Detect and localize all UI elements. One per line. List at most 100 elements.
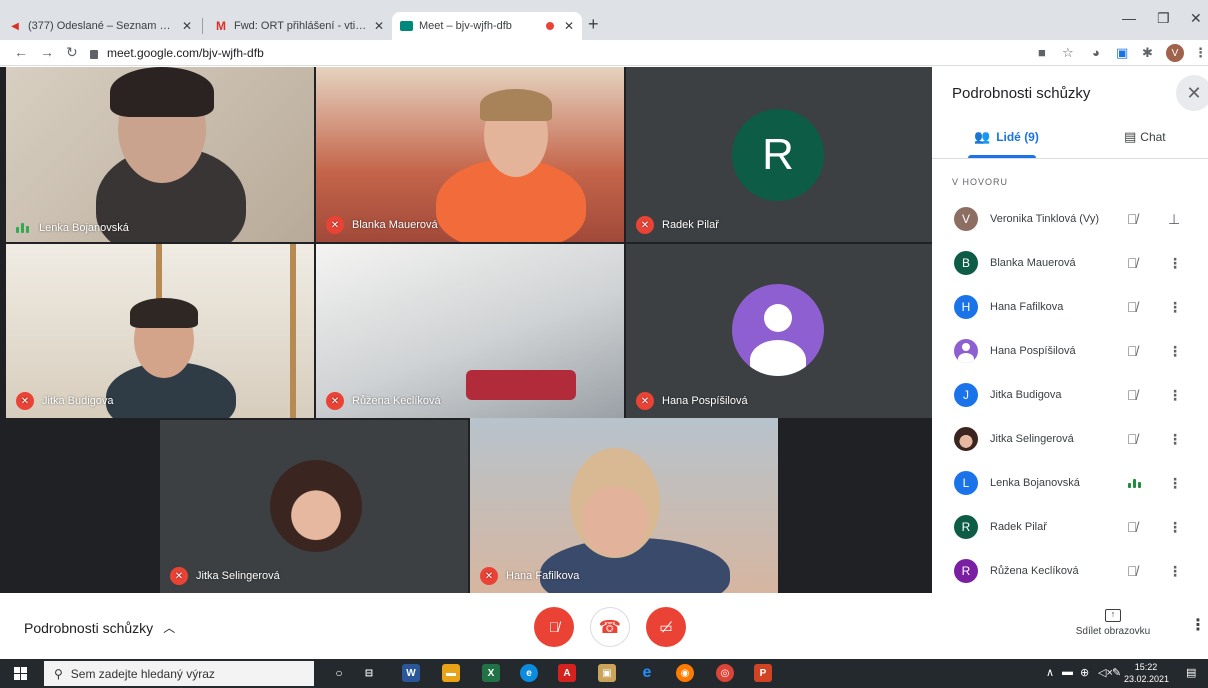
more-options-icon[interactable]: ⋮	[1168, 255, 1182, 272]
participant-name: Blanka Mauerová	[352, 219, 438, 231]
notifications-icon[interactable]: ▤	[1186, 666, 1196, 679]
participant-avatar: V	[954, 207, 978, 231]
mic-off-icon: ✕	[480, 567, 498, 585]
volume-icon[interactable]: ◁×	[1098, 666, 1113, 679]
minimize-icon[interactable]: —	[1122, 10, 1136, 26]
battery-icon[interactable]: ▬	[1062, 666, 1073, 678]
tile-name-label: ✕ Hana Pospíšilová	[636, 392, 748, 410]
video-tile[interactable]: ✕ Jitka Selingerová	[160, 420, 468, 593]
recording-indicator-icon	[545, 22, 554, 30]
mic-off-icon: 🎙̸	[1127, 519, 1138, 535]
task-view-icon[interactable]: ⊟	[360, 664, 378, 682]
windows-start-icon[interactable]	[14, 667, 27, 680]
more-options-icon[interactable]: ⋮	[1168, 563, 1182, 580]
participant-row[interactable]: Jitka Selingerová 🎙̸ ⋮	[932, 417, 1208, 461]
taskbar-search[interactable]: ⚲ Sem zadejte hledaný výraz	[44, 661, 314, 686]
store-icon[interactable]: ▣	[598, 664, 616, 682]
maximize-icon[interactable]: ❐	[1157, 10, 1170, 27]
close-tab-icon[interactable]: ✕	[564, 19, 574, 33]
forward-icon[interactable]: →	[40, 44, 54, 60]
pen-icon[interactable]: ✎	[1112, 666, 1121, 679]
cortana-icon[interactable]: ○	[330, 664, 348, 682]
tab-people[interactable]: 👥 Lidé (9)	[974, 129, 1039, 145]
tab-seznam[interactable]: ◀ (377) Odeslané – Seznam Email ✕	[0, 12, 200, 40]
extension-grid-icon[interactable]: ▣	[1116, 45, 1128, 61]
video-tile[interactable]: ✕ Jitka Budigova	[6, 244, 314, 418]
more-options-icon[interactable]: ⋮	[1168, 387, 1182, 404]
more-options-icon[interactable]: ⋮	[1168, 519, 1182, 536]
profile-avatar[interactable]: V	[1166, 44, 1184, 62]
more-options-icon[interactable]: ⋮	[1168, 343, 1182, 360]
tab-chat[interactable]: ▤ Chat	[1124, 129, 1166, 145]
video-tile[interactable]: R ✕ Radek Pilař	[626, 67, 932, 242]
participant-row[interactable]: B Blanka Mauerová 🎙̸ ⋮	[932, 241, 1208, 285]
extensions-puzzle-icon[interactable]: ✱	[1142, 45, 1153, 61]
participant-row[interactable]: R Radek Pilař 🎙̸ ⋮	[932, 505, 1208, 549]
more-options-icon[interactable]: ⋮	[1168, 475, 1182, 492]
more-options-icon[interactable]: ⋮	[1190, 615, 1206, 635]
powerpoint-icon[interactable]: P	[754, 664, 772, 682]
panel-title: Podrobnosti schůzky	[952, 85, 1091, 102]
edge-icon[interactable]: e	[520, 664, 538, 682]
browser-menu-icon[interactable]: ⋮	[1194, 45, 1207, 61]
new-tab-icon[interactable]: +	[588, 14, 599, 35]
search-placeholder: Sem zadejte hledaný výraz	[70, 666, 215, 681]
section-heading: V HOVORU	[952, 177, 1009, 187]
participant-row[interactable]: L Lenka Bojanovská ⋮	[932, 461, 1208, 505]
video-tile[interactable]: ✕ Růžena Keclíková	[316, 244, 624, 418]
pin-icon[interactable]: ⊥	[1168, 211, 1180, 228]
participant-avatar: J	[954, 383, 978, 407]
toggle-mic-button[interactable]: 🎙̸	[534, 607, 574, 647]
video-tile[interactable]: Lenka Bojanovská	[6, 67, 314, 242]
mic-off-icon: ✕	[16, 392, 34, 410]
video-tile[interactable]: ✕ Blanka Mauerová	[316, 67, 624, 242]
video-tile[interactable]: ✕ Hana Pospíšilová	[626, 244, 932, 418]
mic-off-icon: ✕	[636, 392, 654, 410]
participant-row[interactable]: H Hana Fafilkova 🎙̸ ⋮	[932, 285, 1208, 329]
internet-explorer-icon[interactable]: e	[638, 664, 656, 682]
tile-name-label: ✕ Hana Fafilkova	[480, 567, 579, 585]
address-bar[interactable]: meet.google.com/bjv-wjfh-dfb	[90, 43, 1030, 63]
more-options-icon[interactable]: ⋮	[1168, 431, 1182, 448]
participant-name: Hana Fafilkova	[990, 301, 1064, 313]
participant-name: Blanka Mauerová	[990, 257, 1076, 269]
video-tile[interactable]: ✕ Hana Fafilkova	[470, 418, 778, 593]
back-icon[interactable]: ←	[14, 44, 28, 60]
camera-icon[interactable]: ■	[1038, 45, 1046, 60]
participant-row[interactable]: R Růžena Keclíková 🎙̸ ⋮	[932, 549, 1208, 593]
default-avatar-icon	[954, 339, 978, 363]
leave-call-button[interactable]: ☎	[590, 607, 630, 647]
toggle-camera-button[interactable]: ▭̸	[646, 607, 686, 647]
close-panel-button[interactable]: ✕	[1176, 75, 1208, 111]
tab-gmail[interactable]: M Fwd: ORT přihlášení - vtinklov@ ✕	[206, 12, 392, 40]
word-icon[interactable]: W	[402, 664, 420, 682]
acrobat-icon[interactable]: A	[558, 664, 576, 682]
extension-icon[interactable]: ◕	[1092, 45, 1100, 60]
participant-row[interactable]: Hana Pospíšilová 🎙̸ ⋮	[932, 329, 1208, 373]
chrome-icon[interactable]: ◎	[716, 664, 734, 682]
camera-off-icon: ▭̸	[659, 618, 673, 635]
tab-title: Fwd: ORT přihlášení - vtinklov@	[234, 20, 368, 32]
audio-level-icon	[1128, 478, 1141, 488]
meeting-details-button[interactable]: Podrobnosti schůzky ︿	[24, 619, 175, 636]
tab-meet[interactable]: Meet – bjv-wjfh-dfb ✕	[392, 12, 582, 40]
tile-name-label: Lenka Bojanovská	[16, 222, 129, 234]
close-tab-icon[interactable]: ✕	[182, 19, 192, 33]
network-icon[interactable]: ⊕	[1080, 666, 1089, 679]
present-screen-button[interactable]: ↑ Sdílet obrazovku	[1068, 609, 1158, 637]
excel-icon[interactable]: X	[482, 664, 500, 682]
participant-name: Hana Pospíšilová	[990, 345, 1076, 357]
file-explorer-icon[interactable]: ▬	[442, 664, 460, 682]
tab-strip: ◀ (377) Odeslané – Seznam Email ✕ M Fwd:…	[0, 0, 1208, 40]
participant-row[interactable]: J Jitka Budigova 🎙̸ ⋮	[932, 373, 1208, 417]
firefox-icon[interactable]: ◉	[676, 664, 694, 682]
bookmark-star-icon[interactable]: ☆	[1062, 45, 1074, 61]
close-window-icon[interactable]: ✕	[1190, 10, 1202, 27]
reload-icon[interactable]: ↻	[66, 44, 78, 61]
taskbar-clock[interactable]: 15:22 23.02.2021	[1124, 661, 1169, 685]
participant-row[interactable]: V Veronika Tinklová (Vy) 🎙̸ ⊥	[932, 197, 1208, 241]
meeting-controls-bar: Podrobnosti schůzky ︿ 🎙̸ ☎ ▭̸ ↑ Sdílet o…	[0, 593, 1208, 659]
tray-chevron-up-icon[interactable]: ∧	[1046, 666, 1054, 679]
close-tab-icon[interactable]: ✕	[374, 19, 384, 33]
more-options-icon[interactable]: ⋮	[1168, 299, 1182, 316]
